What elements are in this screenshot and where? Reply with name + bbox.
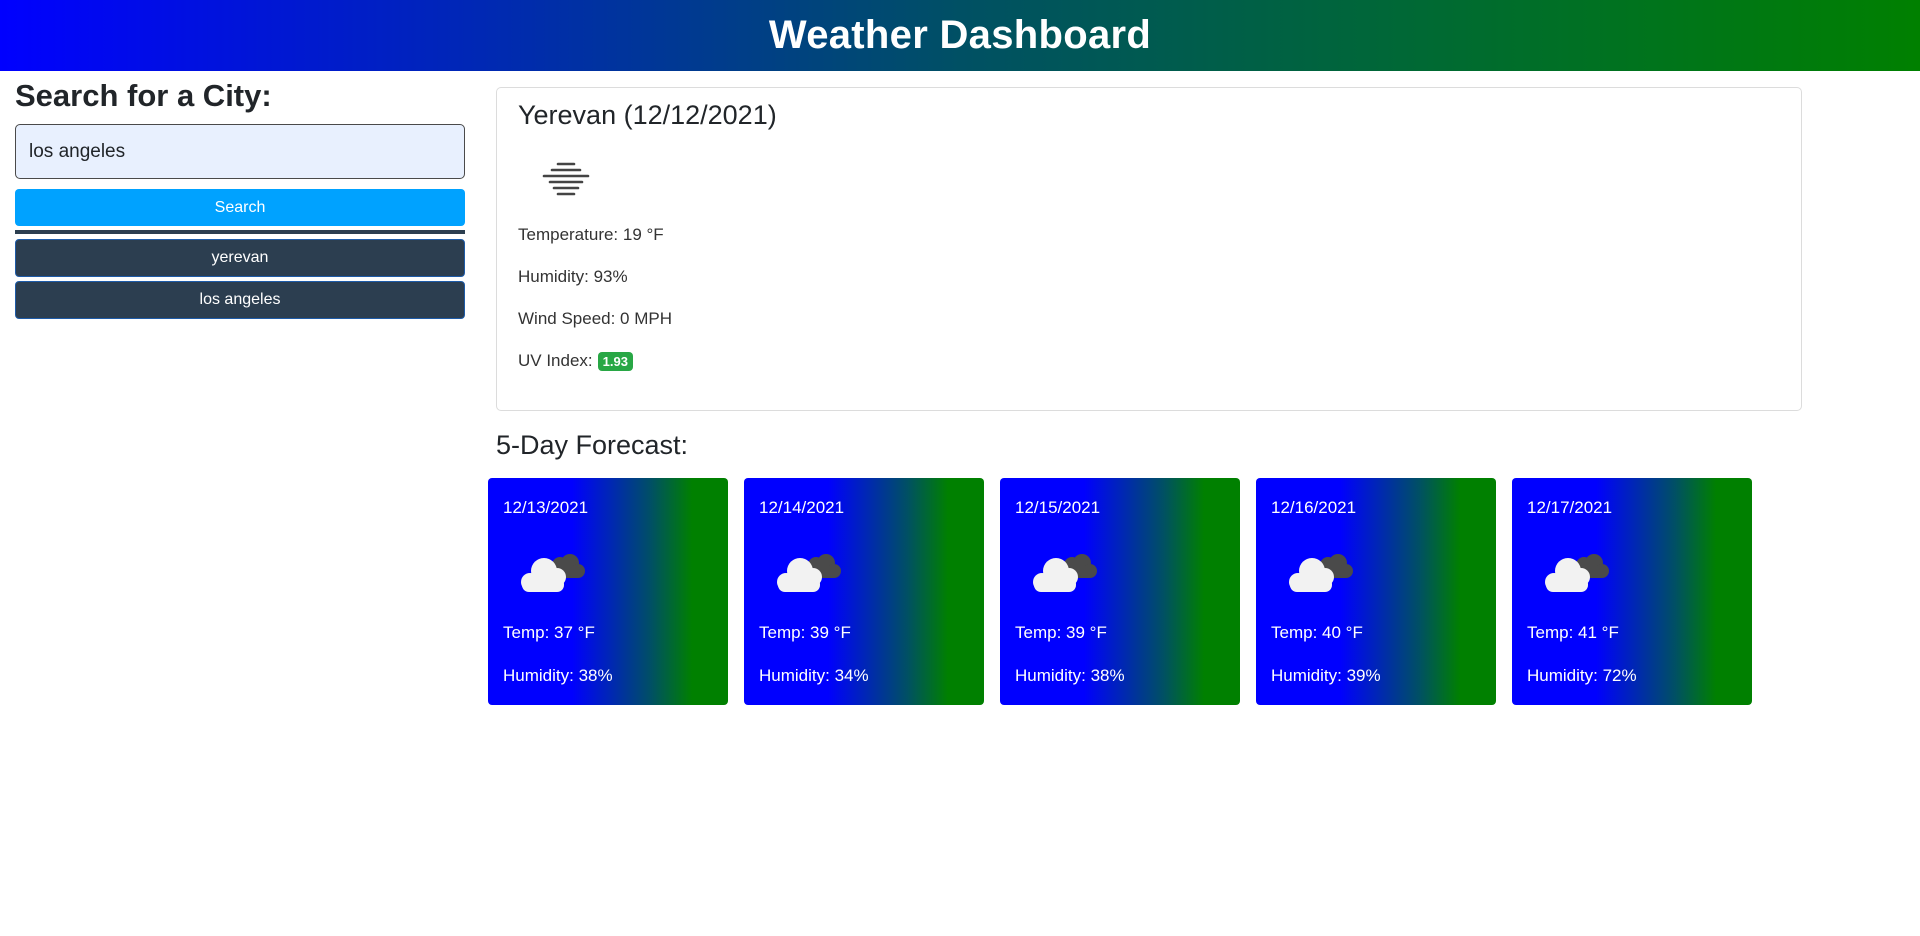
forecast-humidity: Humidity: 39% xyxy=(1271,666,1381,685)
forecast-card: 12/14/2021 Temp: 39 °F Humidity: 34% xyxy=(744,478,984,705)
history-button-los-angeles[interactable]: los angeles xyxy=(15,281,465,319)
page-title: Weather Dashboard xyxy=(768,13,1152,57)
forecast-card: 12/16/2021 Temp: 40 °F Humidity: 39% xyxy=(1256,478,1496,705)
search-heading: Search for a City: xyxy=(15,78,272,113)
forecast-temp: Temp: 39 °F xyxy=(1015,623,1107,642)
forecast-card: 12/15/2021 Temp: 39 °F Humidity: 38% xyxy=(1000,478,1240,705)
broken-clouds-icon xyxy=(516,547,588,597)
search-sidebar: Search for a City: Search yerevan los an… xyxy=(15,71,465,319)
search-history-divider xyxy=(15,230,465,234)
broken-clouds-icon xyxy=(772,547,844,597)
history-button-yerevan[interactable]: yerevan xyxy=(15,239,465,277)
uv-index-badge: 1.93 xyxy=(597,351,633,371)
forecast-date: 12/14/2021 xyxy=(759,498,845,517)
current-humidity: Humidity: 93% xyxy=(518,267,628,286)
current-city-title: Yerevan (12/12/2021) xyxy=(518,100,777,130)
forecast-card: 12/17/2021 Temp: 41 °F Humidity: 72% xyxy=(1512,478,1752,705)
forecast-humidity: Humidity: 38% xyxy=(1015,666,1125,685)
forecast-date: 12/15/2021 xyxy=(1015,498,1101,517)
forecast-card: 12/13/2021 Temp: 37 °F Humidity: 38% xyxy=(488,478,728,705)
broken-clouds-icon xyxy=(1028,547,1100,597)
forecast-temp: Temp: 39 °F xyxy=(759,623,851,642)
forecast-date: 12/17/2021 xyxy=(1527,498,1613,517)
search-button[interactable]: Search xyxy=(15,189,465,226)
forecast-temp: Temp: 41 °F xyxy=(1527,623,1619,642)
forecast-humidity: Humidity: 72% xyxy=(1527,666,1637,685)
forecast-date: 12/16/2021 xyxy=(1271,498,1357,517)
mist-icon xyxy=(536,152,596,202)
forecast-temp: Temp: 40 °F xyxy=(1271,623,1363,642)
forecast-row: 12/13/2021 Temp: 37 °F Humidity: 38% 12/… xyxy=(488,478,1752,705)
forecast-title: 5-Day Forecast: xyxy=(496,430,689,460)
current-temperature: Temperature: 19 °F xyxy=(518,225,664,244)
current-wind-speed: Wind Speed: 0 MPH xyxy=(518,309,673,328)
broken-clouds-icon xyxy=(1540,547,1612,597)
broken-clouds-icon xyxy=(1284,547,1356,597)
current-uv-index: UV Index: 1.93 xyxy=(518,351,1780,371)
forecast-humidity: Humidity: 38% xyxy=(503,666,613,685)
current-weather-card: Yerevan (12/12/2021) Temperature: 19 °F … xyxy=(496,87,1802,411)
app-header: Weather Dashboard xyxy=(0,0,1920,71)
city-search-input[interactable] xyxy=(15,124,465,179)
forecast-date: 12/13/2021 xyxy=(503,498,589,517)
uv-index-label: UV Index: xyxy=(518,351,593,370)
forecast-humidity: Humidity: 34% xyxy=(759,666,869,685)
forecast-temp: Temp: 37 °F xyxy=(503,623,595,642)
